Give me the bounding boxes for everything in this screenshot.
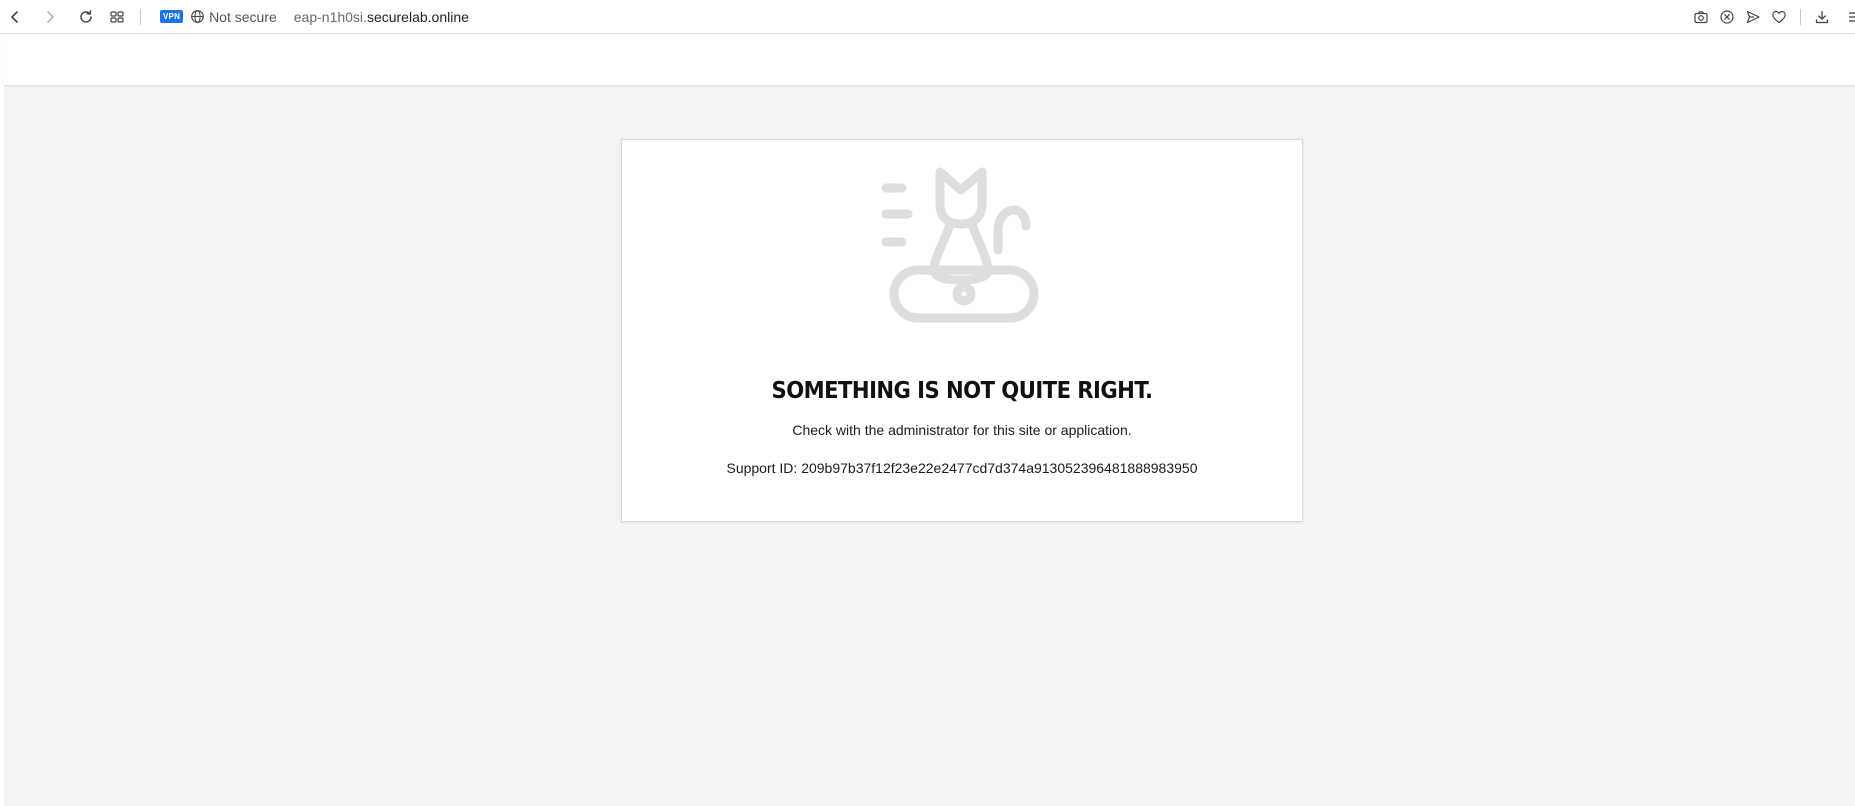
support-id: Support ID: 209b97b37f12f23e22e2477cd7d3… xyxy=(622,460,1302,476)
toolbar-divider xyxy=(1800,9,1801,25)
tab-grid-icon[interactable] xyxy=(106,6,128,28)
globe-icon[interactable] xyxy=(189,6,205,28)
security-status[interactable]: Not secure xyxy=(209,9,277,25)
toolbar-actions xyxy=(1686,0,1855,34)
support-id-label: Support ID: xyxy=(726,460,802,476)
error-title: SOMETHING IS NOT QUITE RIGHT. xyxy=(771,378,1154,404)
toolbar-divider xyxy=(140,8,141,25)
back-arrow-icon[interactable] xyxy=(4,6,26,28)
error-card: SOMETHING IS NOT QUITE RIGHT. Check with… xyxy=(621,139,1303,522)
menu-icon[interactable] xyxy=(1841,6,1855,28)
download-icon[interactable] xyxy=(1811,6,1833,28)
forward-arrow-icon[interactable] xyxy=(39,6,61,28)
send-icon[interactable] xyxy=(1742,6,1764,28)
close-circle-icon[interactable] xyxy=(1716,6,1738,28)
reload-icon[interactable] xyxy=(75,6,97,28)
browser-toolbar: VPN Not secure eap-n1h0si.securelab.onli… xyxy=(0,0,1855,34)
cat-on-cushion-icon xyxy=(881,167,1039,323)
heart-icon[interactable] xyxy=(1768,6,1790,28)
camera-icon[interactable] xyxy=(1690,6,1712,28)
support-id-value: 209b97b37f12f23e22e2477cd7d374a913052396… xyxy=(801,460,1198,476)
site-header xyxy=(4,35,1855,86)
page-viewport: SOMETHING IS NOT QUITE RIGHT. Check with… xyxy=(4,35,1855,806)
vpn-badge[interactable]: VPN xyxy=(160,10,184,23)
url-subdomain: eap-n1h0si. xyxy=(293,8,367,25)
url-domain: securelab.online xyxy=(366,8,469,25)
error-message: Check with the administrator for this si… xyxy=(792,422,1132,438)
address-bar[interactable]: eap-n1h0si.securelab.online xyxy=(294,9,469,25)
